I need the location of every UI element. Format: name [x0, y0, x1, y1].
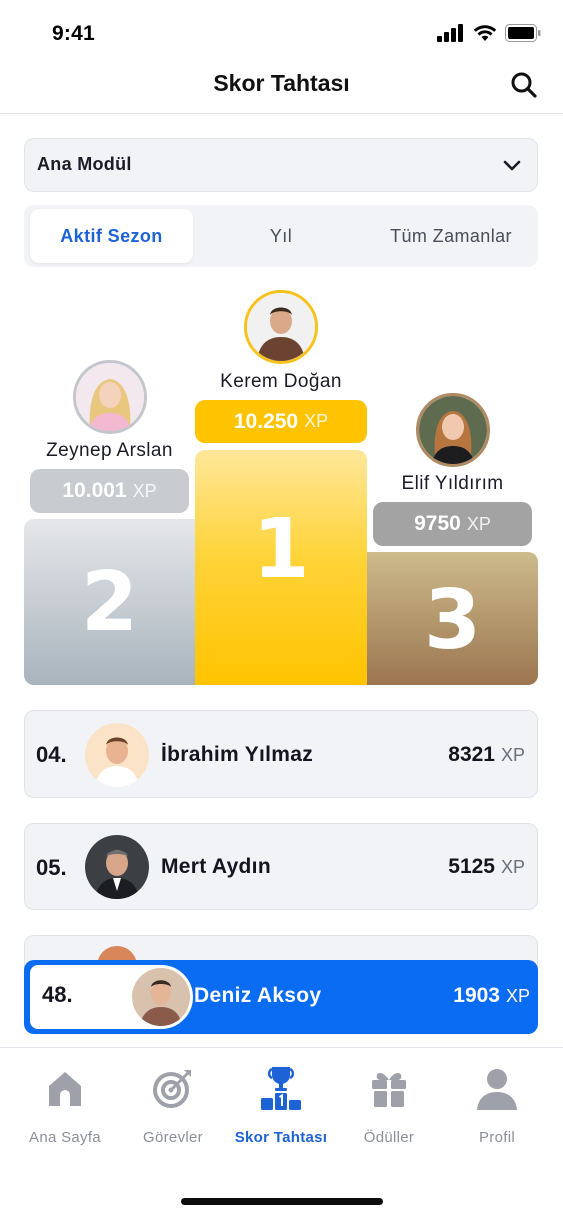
nav-item-profile[interactable]: Profil — [441, 1066, 553, 1146]
current-user-xp-value: 1903 — [453, 984, 500, 1007]
avatar-third-place — [416, 393, 490, 467]
avatar-image — [247, 293, 315, 361]
nav-label: Ana Sayfa — [29, 1129, 101, 1146]
row-xp-value: 5125 — [448, 855, 495, 878]
row-xp-unit: XP — [500, 857, 525, 877]
nav-item-leaderboard[interactable]: Skor Tahtası — [225, 1066, 337, 1146]
third-place-xp: 9750 XP — [373, 502, 532, 546]
avatar-image — [85, 723, 149, 787]
row-xp: 8321 XP — [448, 743, 525, 767]
page-title: Skor Tahtası — [213, 70, 350, 96]
avatar-image — [85, 835, 149, 899]
battery-icon — [505, 24, 541, 42]
current-user-name: Deniz Aksoy — [194, 984, 322, 1007]
third-place-xp-unit: XP — [466, 513, 491, 534]
current-user-xp: 1903 XP — [453, 984, 530, 1008]
current-user-avatar — [129, 965, 193, 1029]
row-name: Mert Aydın — [161, 855, 271, 878]
podium-block-third: 3 — [367, 552, 538, 685]
podium-rank-first: 1 — [252, 502, 310, 597]
leaderboard-row[interactable]: 05. Mert Aydın 5125 XP — [24, 823, 538, 910]
third-place-xp-value: 9750 — [414, 512, 461, 535]
first-place-xp-unit: XP — [304, 411, 329, 431]
chevron-down-icon — [503, 160, 521, 171]
first-place-xp-value: 10.250 — [233, 409, 299, 433]
cellular-signal-icon — [437, 24, 463, 42]
avatar-image — [76, 363, 144, 431]
first-place-xp: 10.250 XP — [195, 400, 367, 443]
second-place-xp-unit: XP — [132, 480, 157, 501]
avatar-image — [419, 396, 487, 464]
tab-all-time[interactable]: Tüm Zamanlar — [368, 209, 534, 263]
avatar-first-place — [244, 290, 318, 364]
user-icon — [477, 1069, 517, 1110]
podium-trophy-icon — [261, 1067, 301, 1110]
home-indicator — [181, 1198, 383, 1205]
nav-label: Ödüller — [363, 1129, 415, 1146]
avatar-second-place — [73, 360, 147, 434]
status-icons — [437, 24, 541, 42]
module-select-value: Ana Modül — [37, 154, 132, 174]
current-user-rank: 48. — [42, 982, 73, 1007]
wifi-icon — [473, 25, 497, 41]
current-user-row[interactable]: 48. Deniz Aksoy 1903 XP — [24, 960, 538, 1034]
avatar-image — [132, 968, 190, 1026]
second-place-xp-value: 10.001 — [62, 479, 127, 502]
row-rank: 04. — [36, 742, 67, 767]
podium-rank-third: 3 — [423, 573, 482, 668]
row-rank: 05. — [36, 855, 67, 880]
row-xp: 5125 XP — [448, 855, 525, 879]
app-header: Skor Tahtası — [0, 62, 563, 114]
second-place-xp: 10.001 XP — [30, 469, 189, 513]
podium-rank-second: 2 — [80, 554, 139, 650]
leaderboard-row[interactable]: 04. İbrahim Yılmaz 8321 XP — [24, 710, 538, 798]
third-place-name: Elif Yıldırım — [401, 473, 504, 494]
status-time: 9:41 — [52, 22, 95, 45]
tab-active-season[interactable]: Aktif Sezon — [30, 209, 193, 263]
nav-label: Görevler — [143, 1129, 203, 1146]
module-select[interactable]: Ana Modül — [24, 138, 538, 192]
nav-label: Skor Tahtası — [234, 1129, 328, 1146]
bottom-navigation: Ana Sayfa Görevler Skor Tahtası Ödüller … — [0, 1047, 563, 1218]
search-icon — [511, 72, 537, 98]
home-icon — [49, 1072, 81, 1106]
row-name: İbrahim Yılmaz — [161, 743, 314, 766]
second-place-name: Zeynep Arslan — [46, 440, 173, 461]
gift-icon — [372, 1073, 406, 1107]
nav-item-rewards[interactable]: Ödüller — [333, 1066, 445, 1146]
podium-block-second: 2 — [24, 519, 195, 685]
avatar — [85, 835, 149, 899]
row-xp-unit: XP — [500, 745, 525, 765]
search-button[interactable] — [509, 70, 539, 100]
nav-label: Profil — [479, 1129, 515, 1146]
podium-block-first: 1 — [195, 450, 367, 685]
period-tabs: Aktif Sezon Yıl Tüm Zamanlar — [24, 205, 538, 267]
first-place-name: Kerem Doğan — [220, 371, 342, 392]
target-icon — [153, 1070, 191, 1108]
tab-year[interactable]: Yıl — [214, 209, 348, 263]
avatar — [85, 723, 149, 787]
nav-item-home[interactable]: Ana Sayfa — [9, 1066, 121, 1146]
nav-item-tasks[interactable]: Görevler — [117, 1066, 229, 1146]
current-user-xp-unit: XP — [505, 986, 530, 1006]
status-bar: 9:41 — [0, 0, 563, 62]
row-xp-value: 8321 — [448, 743, 495, 766]
